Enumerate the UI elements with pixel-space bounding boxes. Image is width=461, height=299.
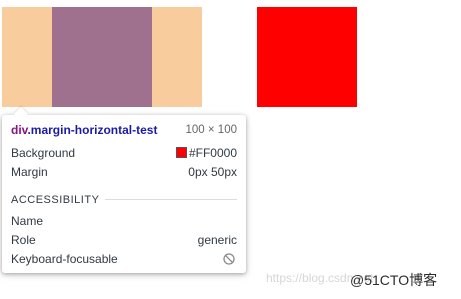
background-value-wrap: #FF0000 <box>175 145 237 161</box>
background-row: Background #FF0000 <box>11 145 237 161</box>
keyboard-focusable-row: Keyboard-focusable <box>11 251 237 267</box>
role-label: Role <box>11 233 36 247</box>
element-dimensions: 100 × 100 <box>185 124 237 136</box>
color-swatch <box>175 147 187 158</box>
accessibility-section: ACCESSIBILITY <box>11 191 237 207</box>
background-value: #FF0000 <box>188 146 237 160</box>
name-label: Name <box>11 214 44 228</box>
accessibility-heading: ACCESSIBILITY <box>11 194 106 206</box>
margin-label: Margin <box>11 165 48 179</box>
page: div.margin-horizontal-test 100 × 100 Bac… <box>0 0 461 299</box>
tooltip-title: div.margin-horizontal-test 100 × 100 <box>11 122 237 138</box>
inspect-tooltip: div.margin-horizontal-test 100 × 100 Bac… <box>2 106 246 273</box>
not-focusable-icon <box>223 253 235 265</box>
tooltip-arrow <box>13 106 29 122</box>
background-label: Background <box>11 146 76 160</box>
margin-highlight-right <box>152 7 202 107</box>
watermark-brand: @51CTO博客 <box>350 272 438 288</box>
section-divider <box>103 199 237 200</box>
role-value: generic <box>197 233 237 247</box>
keyboard-focusable-label: Keyboard-focusable <box>11 252 118 266</box>
selector-class: .margin-horizontal-test <box>27 123 158 137</box>
content-highlight <box>52 7 152 107</box>
selector-tag: div <box>11 123 28 137</box>
name-row: Name <box>11 213 237 229</box>
role-row: Role generic <box>11 232 237 248</box>
margin-highlight-left <box>2 7 52 107</box>
margin-value: 0px 50px <box>188 165 237 179</box>
sibling-red-box <box>257 7 357 107</box>
margin-row: Margin 0px 50px <box>11 164 237 180</box>
